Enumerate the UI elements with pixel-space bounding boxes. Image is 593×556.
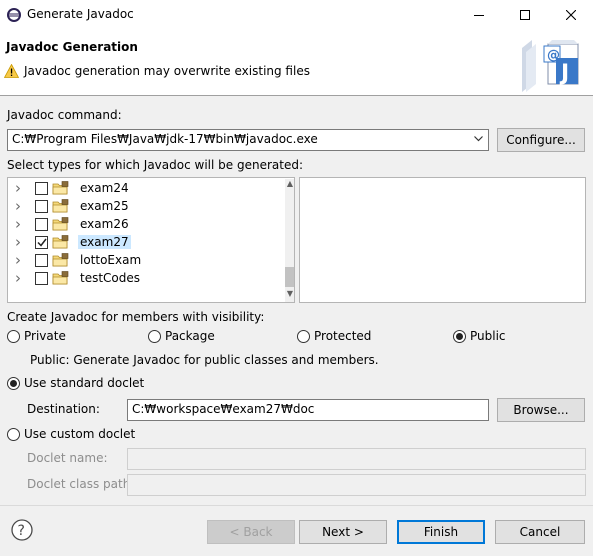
maximize-button[interactable] [502,0,548,30]
radio-protected[interactable]: Protected [297,329,371,343]
radio-circle [297,329,310,343]
configure-button[interactable]: Configure... [497,128,585,152]
radio-private[interactable]: Private [7,329,66,343]
visibility-description: Public: Generate Javadoc for public clas… [30,353,379,367]
tree-item[interactable]: › testCodes [8,269,278,287]
tree-item-label: lottoExam [80,253,142,267]
back-button[interactable]: < Back [207,520,295,544]
destination-label: Destination: [27,402,100,416]
warning-message: Javadoc generation may overwrite existin… [24,64,310,78]
expand-chevron-icon[interactable]: › [15,233,27,251]
doclet-name-label: Doclet name: [27,451,108,465]
radio-standard-doclet[interactable]: Use standard doclet [7,376,144,390]
warning-icon [4,64,19,78]
browse-button[interactable]: Browse... [497,398,585,422]
tree-item-checkbox[interactable] [35,271,48,285]
tree-item-label: exam26 [80,217,129,231]
next-button[interactable]: Next > [299,520,387,544]
tree-item-checkbox[interactable] [35,181,48,195]
javadoc-command-label: Javadoc command: [7,108,122,122]
tree-item-label: exam27 [78,235,131,249]
javadoc-command-combo[interactable]: C:₩Program Files₩Java₩jdk-17₩bin₩javadoc… [7,129,489,151]
minimize-button[interactable] [456,0,502,30]
radio-circle-selected [453,329,466,343]
package-folder-icon [52,253,69,267]
page-title: Javadoc Generation [6,40,138,54]
help-icon[interactable]: ? [11,519,33,541]
doclet-name-input[interactable] [127,448,586,470]
cancel-button[interactable]: Cancel [495,520,585,544]
scroll-up-arrow[interactable]: ▲ [285,179,294,193]
tree-item[interactable]: › exam27 [8,233,278,251]
tree-item[interactable]: › exam24 [8,179,278,197]
checkmark-icon [36,238,47,247]
eclipse-icon [7,8,21,22]
radio-custom-doclet[interactable]: Use custom doclet [7,427,135,441]
radio-public[interactable]: Public [453,329,506,343]
radio-circle [7,427,20,441]
package-folder-icon [52,199,69,213]
tree-item-checkbox[interactable] [35,235,48,249]
svg-text:?: ? [18,523,25,539]
tree-item-checkbox[interactable] [35,217,48,231]
destination-input[interactable]: C:₩workspace₩exam27₩doc [127,399,489,421]
members-list[interactable] [299,177,586,303]
expand-chevron-icon[interactable]: › [15,251,27,269]
javadoc-wizard-icon: @ J [522,40,579,92]
tree-item[interactable]: › lottoExam [8,251,278,269]
scroll-thumb[interactable] [285,267,294,287]
scroll-down-arrow[interactable]: ▼ [285,289,294,302]
radio-circle [7,329,20,343]
tree-item-checkbox[interactable] [35,253,48,267]
maximize-icon [520,10,530,20]
radio-circle [148,329,161,343]
visibility-label: Create Javadoc for members with visibili… [7,310,265,324]
types-tree[interactable]: › exam24 › exam25 › exam26 › exam27 › lottoExam › t… [7,177,295,303]
minimize-icon [474,15,484,16]
expand-chevron-icon[interactable]: › [15,215,27,233]
tree-item-checkbox[interactable] [35,199,48,213]
javadoc-command-value: C:₩Program Files₩Java₩jdk-17₩bin₩javadoc… [12,132,318,146]
tree-item-label: testCodes [80,271,141,285]
package-folder-icon [52,271,69,285]
types-label: Select types for which Javadoc will be g… [7,158,303,172]
doclet-classpath-input[interactable] [127,474,586,496]
doclet-classpath-label: Doclet class path: [27,477,135,491]
tree-item[interactable]: › exam25 [8,197,278,215]
expand-chevron-icon[interactable]: › [15,179,27,197]
package-folder-icon [52,235,69,249]
radio-package[interactable]: Package [148,329,215,343]
package-folder-icon [52,217,69,231]
radio-circle-selected [7,376,20,390]
window-title: Generate Javadoc [27,7,134,21]
tree-item-label: exam25 [80,199,129,213]
expand-chevron-icon[interactable]: › [15,197,27,215]
expand-chevron-icon[interactable]: › [15,269,27,287]
footer-separator [0,505,593,506]
tree-item-label: exam24 [80,181,129,195]
chevron-down-icon [474,136,483,142]
tree-scrollbar[interactable]: ▲ ▼ [285,179,294,302]
finish-button[interactable]: Finish [397,520,485,544]
close-button[interactable] [548,0,593,30]
tree-item[interactable]: › exam26 [8,215,278,233]
close-icon [566,10,576,20]
svg-text:J: J [559,61,569,86]
package-folder-icon [52,181,69,195]
